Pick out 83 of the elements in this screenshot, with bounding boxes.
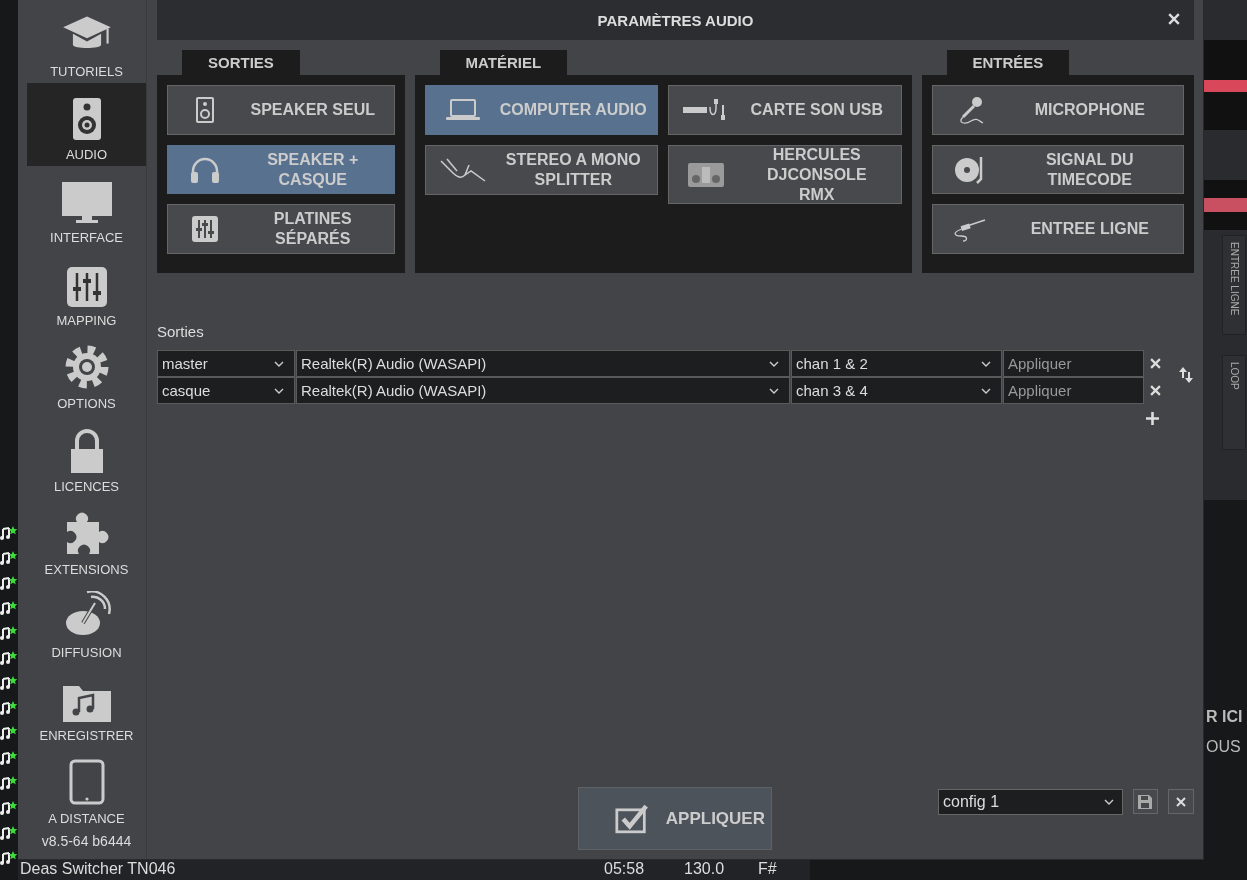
sidebar-item[interactable]: EXTENSIONS — [27, 498, 146, 581]
device-button[interactable]: SPEAKER SEUL — [167, 85, 395, 135]
chevron-down-icon — [274, 387, 284, 394]
input-field[interactable]: Appliquer — [1003, 350, 1144, 377]
speaker-icon — [196, 96, 214, 123]
music-note-icon — [0, 850, 18, 868]
track-key: F# — [758, 860, 777, 878]
chevron-down-icon — [981, 360, 991, 367]
section-label: Sorties — [157, 323, 204, 340]
sidebar-item[interactable]: OPTIONS — [27, 332, 146, 415]
close-icon[interactable] — [1168, 13, 1180, 25]
mixer-sliders-icon — [192, 216, 218, 243]
tablet-icon — [68, 759, 105, 805]
apply-button[interactable]: APPLIQUER — [578, 787, 772, 850]
music-note-icon — [0, 650, 18, 668]
device-button[interactable]: MICROPHONE — [931, 85, 1184, 135]
track-time: 05:58 — [604, 860, 645, 878]
checkbox-tick-icon — [615, 802, 650, 835]
sidebar-item[interactable]: ENREGISTRER — [27, 664, 146, 747]
music-note-icon — [0, 525, 18, 543]
side-tab[interactable]: ENTREE LIGNE — [1222, 235, 1246, 335]
channel-dropdown[interactable]: chan 3 & 4 — [791, 377, 1002, 404]
output-dropdown[interactable]: master — [157, 350, 295, 377]
promo-text: R ICI — [1206, 708, 1243, 726]
headphones-icon — [190, 155, 220, 184]
sidebar-item[interactable]: MAPPING — [27, 249, 146, 332]
music-note-icon — [0, 575, 18, 593]
device-button[interactable]: HERCULES DJCONSOLE RMX — [668, 145, 902, 204]
sidebar-item[interactable]: LICENCES — [27, 415, 146, 498]
speaker-icon — [71, 97, 102, 141]
save-button[interactable] — [1132, 789, 1159, 814]
monitor-icon — [61, 182, 112, 224]
mixer-sliders-icon — [66, 267, 107, 307]
sidebar-item[interactable]: AUDIO — [27, 83, 146, 166]
jack-cable-icon — [952, 216, 987, 243]
chevron-down-icon — [769, 387, 779, 394]
track-bpm: 130.0 — [684, 860, 725, 878]
audio-cables-icon — [438, 157, 487, 183]
music-note-icon — [0, 675, 18, 693]
remove-icon[interactable] — [1150, 358, 1161, 369]
sidebar-item[interactable]: TUTORIELS — [27, 0, 146, 83]
music-note-icon — [0, 825, 18, 843]
music-note-icon — [0, 625, 18, 643]
gear-icon — [63, 344, 110, 390]
chevron-down-icon — [274, 360, 284, 367]
input-field[interactable]: Appliquer — [1003, 377, 1144, 404]
music-note-icon — [0, 600, 18, 618]
output-dropdown[interactable]: casque — [157, 377, 295, 404]
config-dropdown[interactable]: config 1 — [938, 789, 1123, 815]
music-note-icon — [0, 700, 18, 718]
laptop-icon — [445, 99, 480, 121]
dj-controller-icon — [688, 162, 724, 187]
device-button[interactable]: ENTREE LIGNE — [931, 204, 1184, 254]
add-icon[interactable] — [1146, 412, 1159, 425]
close-icon[interactable] — [1176, 796, 1187, 807]
track-title: Deas Switcher TN046 — [20, 860, 176, 878]
version-label: v8.5-64 b6444 — [40, 833, 133, 851]
device-dropdown[interactable]: Realtek(R) Audio (WASAPI) — [296, 350, 790, 377]
device-button[interactable]: SIGNAL DU TIMECODE — [931, 144, 1184, 195]
chevron-down-icon — [981, 387, 991, 394]
waveform-drawing — [1204, 180, 1247, 230]
chevron-down-icon — [1103, 799, 1114, 805]
channel-dropdown[interactable]: chan 1 & 2 — [791, 350, 1002, 377]
chevron-down-icon — [769, 360, 779, 367]
side-tab[interactable]: LOOP — [1222, 355, 1246, 450]
device-button[interactable]: PLATINES SÉPARÉS — [167, 204, 395, 254]
music-note-icon — [0, 725, 18, 743]
delete-button[interactable] — [1168, 789, 1194, 814]
device-button[interactable]: STEREO A MONO SPLITTER — [424, 145, 658, 195]
remove-icon[interactable] — [1150, 385, 1161, 396]
music-note-icon — [0, 800, 18, 818]
device-dropdown[interactable]: Realtek(R) Audio (WASAPI) — [296, 377, 790, 404]
sidebar-item[interactable]: A DISTANCE — [27, 747, 146, 830]
dialog-title: PARAMÈTRES AUDIO — [597, 11, 754, 29]
music-note-icon — [0, 550, 18, 568]
sidebar-item[interactable]: INTERFACE — [27, 166, 146, 249]
promo-text: OUS — [1206, 738, 1241, 756]
padlock-icon — [69, 429, 104, 473]
swap-arrows-icon[interactable] — [1179, 366, 1193, 384]
device-button[interactable]: CARTE SON USB — [668, 85, 902, 135]
music-note-icon — [0, 775, 18, 793]
music-note-icon — [0, 750, 18, 768]
sidebar-item[interactable]: DIFFUSION — [27, 581, 146, 664]
